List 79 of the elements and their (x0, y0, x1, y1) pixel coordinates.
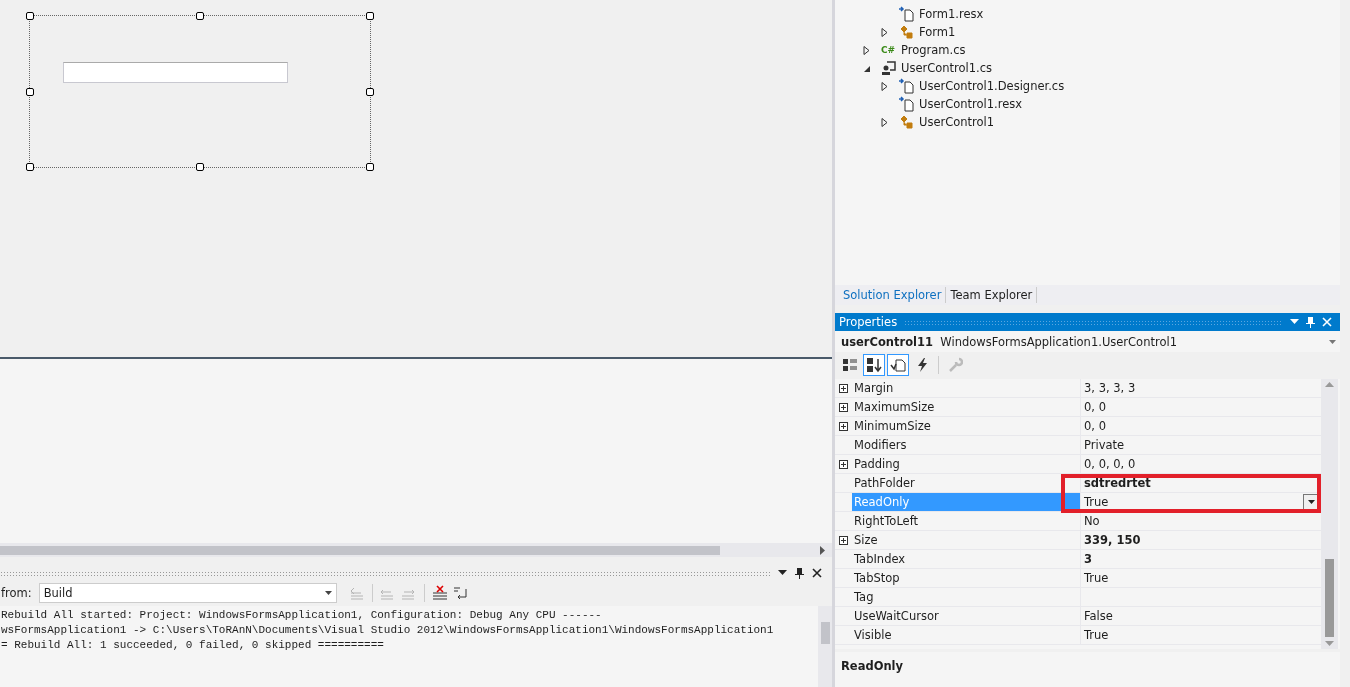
right-arrow-icon[interactable] (819, 545, 826, 555)
csharp-file-icon: C# (881, 42, 897, 58)
property-value[interactable]: 3 (1084, 552, 1092, 566)
property-value[interactable]: True (1084, 495, 1109, 509)
property-value[interactable]: Private (1084, 438, 1125, 452)
property-description-title: ReadOnly (841, 659, 904, 673)
property-name[interactable]: PathFolder (852, 474, 1081, 492)
vertical-scrollbar[interactable] (818, 606, 832, 687)
vertical-scrollbar[interactable] (1321, 379, 1338, 649)
tree-item[interactable]: Form1.resx (919, 7, 984, 21)
output-line: Rebuild All started: Project: WindowsFormsApplication1, Configuration: Debug Any CPU ------ (1, 608, 603, 623)
property-name[interactable]: MinimumSize (852, 417, 1081, 435)
output-line: = Rebuild All: 1 succeeded, 0 failed, 0 skipped ========== (1, 638, 385, 653)
expand-arrow-icon[interactable] (881, 81, 889, 91)
expand-arrow-icon[interactable] (863, 45, 871, 55)
property-name[interactable]: MaximumSize (852, 398, 1081, 416)
object-selector[interactable]: userControl11 WindowsFormsApplication1.UserControl1 (835, 331, 1340, 352)
file-icon (899, 6, 915, 22)
tree-item[interactable]: Program.cs (901, 43, 966, 57)
property-value[interactable]: True (1084, 571, 1109, 585)
resize-handle[interactable] (196, 12, 204, 20)
tree-item[interactable]: UserControl1 (919, 115, 995, 129)
clear-all-icon[interactable] (430, 585, 449, 601)
property-value[interactable]: 0, 0, 0, 0 (1084, 457, 1136, 471)
property-name[interactable]: Visible (852, 626, 1081, 644)
expand-box-icon[interactable] (839, 402, 848, 412)
resize-handle[interactable] (366, 87, 374, 96)
property-value[interactable]: No (1084, 514, 1100, 528)
resize-handle[interactable] (366, 12, 374, 20)
expand-box-icon[interactable] (839, 459, 848, 469)
resize-handle[interactable] (366, 163, 374, 171)
property-name[interactable]: Modifiers (852, 436, 1081, 454)
file-icon (899, 96, 915, 112)
property-name[interactable]: Padding (852, 455, 1081, 473)
panel-title: Properties (839, 315, 898, 329)
close-icon[interactable] (812, 568, 822, 578)
expand-box-icon[interactable] (839, 383, 848, 393)
property-name[interactable]: Tag (852, 588, 1081, 606)
property-name[interactable]: UseWaitCursor (852, 607, 1081, 625)
output-source-dropdown[interactable]: Build (38, 583, 337, 603)
expand-box-icon[interactable] (839, 535, 848, 545)
expand-arrow-icon[interactable] (881, 27, 889, 37)
output-line: wsFormsApplication1 -> C:\Users\ToRAnN\Documents\Visual Studio 2012\WindowsFormsApplication1\WindowsFormsApplication1 (1, 623, 775, 638)
horizontal-scrollbar[interactable] (0, 543, 832, 557)
dropdown-arrow-icon[interactable] (778, 570, 787, 576)
property-value[interactable]: 0, 0 (1084, 400, 1106, 414)
panel-tab[interactable]: Solution Explorer (839, 287, 947, 303)
property-name[interactable]: TabIndex (852, 550, 1081, 568)
scroll-thumb[interactable] (1325, 559, 1334, 637)
tree-item[interactable]: UserControl1.cs (901, 61, 993, 75)
class-icon (899, 114, 915, 130)
property-name[interactable]: TabStop (852, 569, 1081, 587)
caret-icon[interactable] (1307, 500, 1315, 504)
property-value[interactable]: 3, 3, 3, 3 (1084, 381, 1136, 395)
user-control-icon (881, 60, 897, 76)
property-value[interactable]: False (1084, 609, 1113, 623)
resize-handle[interactable] (26, 12, 34, 20)
file-icon (899, 78, 915, 94)
dropdown-arrow-icon[interactable] (324, 591, 332, 595)
property-value[interactable]: 339, 150 (1084, 533, 1141, 547)
panel-tab[interactable]: Team Explorer (946, 287, 1038, 303)
show-output-label: from: (1, 586, 32, 600)
tree-item[interactable]: Form1 (919, 25, 956, 39)
resize-handle[interactable] (26, 163, 34, 171)
tree-item[interactable]: UserControl1.resx (919, 97, 1023, 111)
tree-item[interactable]: UserControl1.Designer.cs (919, 79, 1065, 93)
property-value[interactable]: True (1084, 628, 1109, 642)
expand-box-icon[interactable] (839, 421, 848, 431)
property-value[interactable]: sdtredrtet (1084, 476, 1151, 490)
property-name[interactable]: Margin (852, 379, 1081, 397)
property-name[interactable]: Size (852, 531, 1081, 549)
resize-handle[interactable] (196, 163, 204, 171)
word-wrap-icon[interactable] (451, 585, 470, 601)
resize-handle[interactable] (26, 87, 34, 96)
expand-arrow-icon[interactable] (881, 117, 889, 127)
property-value[interactable]: 0, 0 (1084, 419, 1106, 433)
property-name[interactable]: RightToLeft (852, 512, 1081, 530)
class-icon (899, 24, 915, 40)
pin-icon[interactable] (795, 567, 804, 579)
